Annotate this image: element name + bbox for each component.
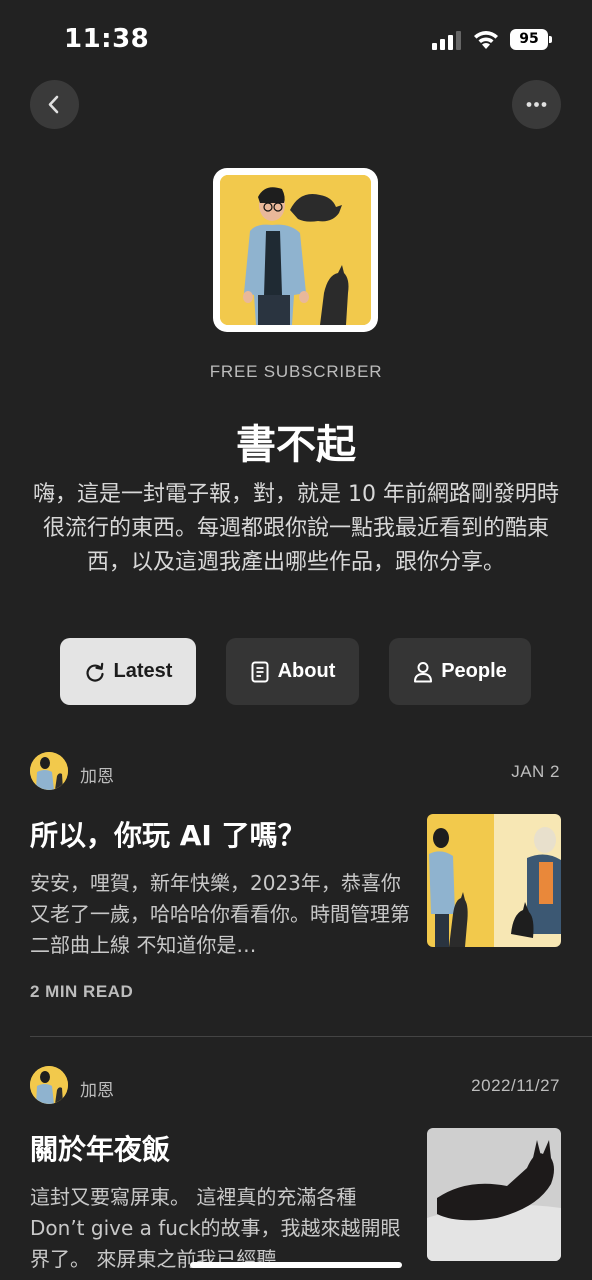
chevron-left-icon [48,95,59,114]
back-button[interactable] [30,80,79,129]
read-time: 2 MIN READ [30,982,134,1001]
post-excerpt: 安安，哩賀，新年快樂，2023年，恭喜你又老了一歲，哈哈哈你看看你。時間管理第二… [30,871,410,957]
status-bar: 11:38 95 [0,0,592,80]
post-date: JAN 2 [511,762,560,781]
subscriber-badge: FREE SUBSCRIBER [209,362,383,381]
divider [30,1036,592,1037]
battery-level: 95 [519,31,539,47]
post-date: 2022/11/27 [471,1076,560,1095]
thumbnail-illustration [427,814,561,947]
tab-people[interactable]: People [389,638,531,705]
tab-about[interactable]: About [226,638,359,705]
tab-latest[interactable]: Latest [60,638,196,705]
tab-people-label: People [441,660,507,682]
tab-about-label: About [277,660,336,682]
wifi-icon [474,31,498,49]
person-icon [414,661,433,682]
battery-indicator: 95 [510,29,552,50]
document-icon [251,661,269,682]
post-title[interactable]: 關於年夜飯 [30,1128,170,1168]
illustration-person-with-cats [220,175,371,325]
publication-avatar [213,168,378,332]
post-author: 加恩 [80,767,114,787]
author-avatar [30,1066,68,1104]
thumbnail-dog-photo [427,1128,561,1261]
post-title[interactable]: 所以，你玩 AI 了嗎？ [30,814,306,854]
post-author: 加恩 [80,1081,114,1101]
publication-description: 嗨，這是一封電子報，對，就是 10 年前網路剛發明時很流行的東西。每週都跟你說一… [33,482,559,575]
tab-latest-label: Latest [113,660,173,682]
home-indicator[interactable] [190,1262,402,1268]
ellipsis-icon [526,102,547,107]
refresh-icon [86,662,104,682]
post-thumbnail[interactable] [427,814,561,947]
post-thumbnail[interactable] [427,1128,561,1261]
cellular-signal-icon [432,31,461,50]
author-avatar [30,752,68,790]
more-options-button[interactable] [512,80,561,129]
status-time: 11:38 [64,24,150,54]
publication-title: 書不起 [236,422,356,468]
